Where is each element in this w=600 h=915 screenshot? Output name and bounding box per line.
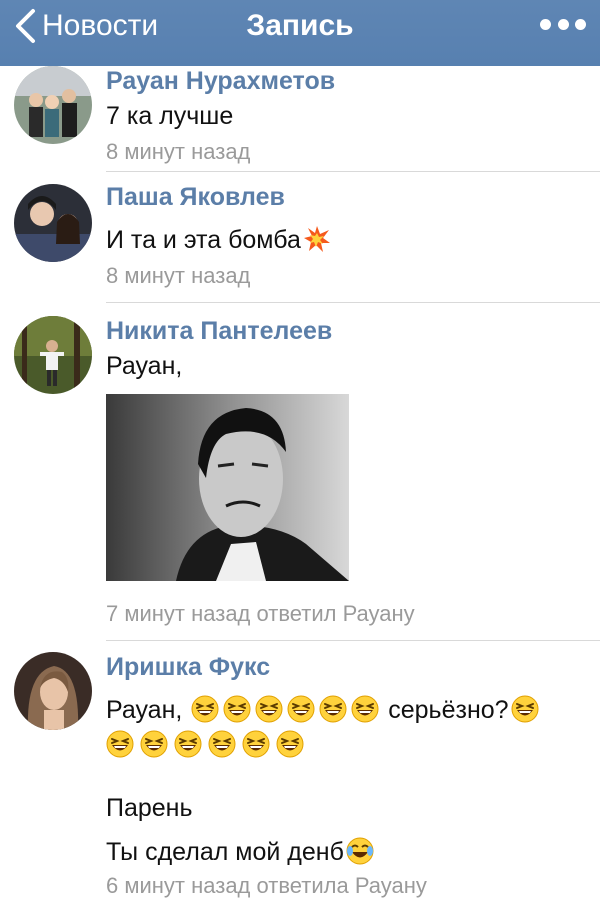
comment-text-line: Ты сделал мой денб — [106, 836, 590, 868]
avatar[interactable] — [14, 316, 92, 394]
laughing-emoji-icon — [255, 695, 283, 723]
laughing-emoji-icon — [223, 695, 251, 723]
laughing-emoji-icon — [242, 730, 270, 758]
comment-timestamp: 6 минут назад ответила Рауану — [106, 873, 427, 898]
comment-item[interactable]: Рауан Нурахметов 7 ка лучше 8 минут наза… — [0, 66, 600, 170]
emoji-row — [106, 730, 590, 758]
comment-timestamp: 7 минут назад ответил Рауану — [106, 601, 415, 626]
comment-author[interactable]: Никита Пантелеев — [106, 316, 590, 346]
laughing-emoji-icon — [140, 730, 168, 758]
navigation-bar: Новости Запись — [0, 0, 600, 66]
more-options-icon[interactable] — [540, 12, 586, 36]
back-button-label: Новости — [42, 9, 159, 42]
comment-text: И та и эта бомба — [106, 226, 301, 254]
divider — [106, 302, 600, 303]
laughing-emoji-icon — [511, 695, 539, 723]
comment-text-line: Рауан, серьёзно? — [106, 694, 590, 726]
comment-author[interactable]: Паша Яковлев — [106, 182, 590, 212]
collision-emoji-icon — [303, 225, 331, 253]
avatar[interactable] — [14, 652, 92, 730]
laughing-emoji-icon — [106, 730, 134, 758]
divider — [106, 640, 600, 641]
comment-author[interactable]: Рауан Нурахметов — [106, 66, 590, 96]
laughing-emoji-icon — [276, 730, 304, 758]
laughing-emoji-icon — [191, 695, 219, 723]
comment-item[interactable]: Паша Яковлев И та и эта бомба 8 минут на… — [0, 182, 600, 300]
comment-timestamp: 8 минут назад — [106, 139, 251, 164]
comment-text: Рауан, — [106, 696, 183, 724]
attached-photo[interactable] — [106, 394, 349, 581]
laughing-emoji-icon — [208, 730, 236, 758]
comment-item[interactable]: Иришка Фукс Рауан, серьёзно? Парень Ты с… — [0, 650, 600, 915]
comment-text: Ты сделал мой денб — [106, 838, 344, 866]
comment-text: Парень — [106, 794, 193, 822]
laughing-emoji-icon — [319, 695, 347, 723]
chevron-left-icon — [16, 9, 35, 43]
avatar[interactable] — [14, 184, 92, 262]
comment-timestamp: 8 минут назад — [106, 263, 251, 288]
back-button[interactable]: Новости — [14, 6, 158, 46]
comment-author[interactable]: Иришка Фукс — [106, 652, 590, 682]
laughing-emoji-icon — [287, 695, 315, 723]
laughing-emoji-icon — [351, 695, 379, 723]
divider — [106, 171, 600, 172]
comment-text: 7 ка лучше — [106, 102, 234, 130]
tears-of-joy-emoji-icon — [346, 837, 374, 865]
comment-text: серьёзно? — [388, 696, 509, 724]
avatar[interactable] — [14, 66, 92, 144]
comment-text: Рауан, — [106, 352, 183, 380]
comment-text-line: И та и эта бомба — [106, 224, 590, 256]
laughing-emoji-icon — [174, 730, 202, 758]
